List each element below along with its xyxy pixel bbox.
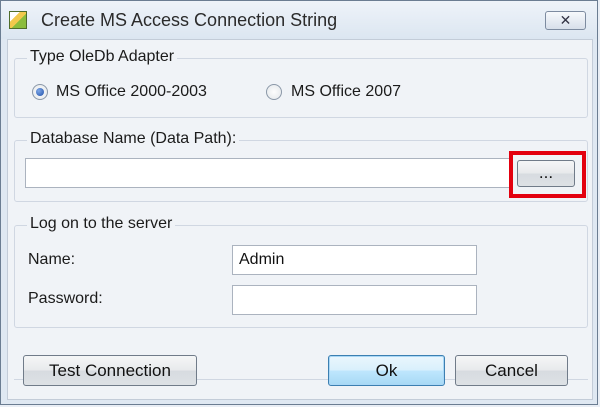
logon-group-legend: Log on to the server	[27, 215, 176, 233]
password-label: Password:	[28, 290, 103, 307]
radio-office-2000-2003-label[interactable]: MS Office 2000-2003	[56, 83, 207, 101]
radio-office-2000-2003[interactable]	[32, 84, 48, 100]
test-connection-button[interactable]: Test Connection	[23, 355, 197, 386]
dialog-client-area: Type OleDb Adapter MS Office 2000-2003 M…	[7, 39, 593, 400]
radio-office-2007[interactable]	[266, 84, 282, 100]
dialog-window: Create MS Access Connection String ✕ Typ…	[0, 0, 598, 405]
name-input[interactable]	[232, 245, 477, 275]
radio-office-2007-label[interactable]: MS Office 2007	[291, 83, 401, 101]
name-label: Name:	[28, 251, 76, 268]
database-path-input[interactable]	[25, 158, 511, 188]
adapter-group-legend: Type OleDb Adapter	[27, 48, 178, 66]
password-input[interactable]	[232, 285, 477, 315]
title-bar: Create MS Access Connection String ✕	[1, 1, 597, 39]
close-button[interactable]: ✕	[545, 11, 586, 30]
browse-button-highlight	[509, 151, 586, 198]
ok-button[interactable]: Ok	[328, 355, 445, 386]
app-icon	[9, 11, 27, 29]
window-title: Create MS Access Connection String	[41, 10, 338, 30]
cancel-button[interactable]: Cancel	[455, 355, 568, 386]
database-group-legend: Database Name (Data Path):	[27, 130, 240, 148]
